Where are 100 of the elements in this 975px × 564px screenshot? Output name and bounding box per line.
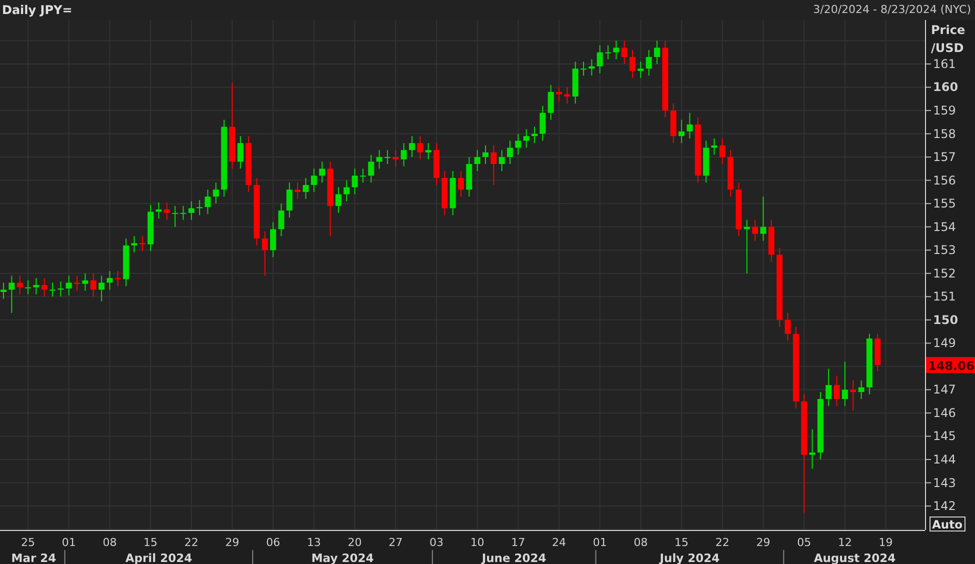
candlestick <box>262 231 268 276</box>
candlestick <box>58 281 64 298</box>
candlestick <box>417 136 424 160</box>
candlestick <box>204 189 211 215</box>
candlestick <box>752 219 758 242</box>
date-tick-label: 19 <box>878 536 893 549</box>
candlestick <box>638 61 644 78</box>
candlestick <box>548 84 554 120</box>
date-tick-label: 08 <box>634 536 648 549</box>
candlestick <box>686 112 693 139</box>
candlestick <box>344 180 350 202</box>
candlestick <box>654 40 660 64</box>
candlestick <box>270 222 276 258</box>
candlestick <box>123 238 130 287</box>
candlestick <box>82 272 88 292</box>
axis-title: Price /USD <box>931 23 966 55</box>
candlestick <box>744 219 750 274</box>
price-tick-label: 151 <box>933 290 956 304</box>
candlestick <box>711 138 718 156</box>
price-tick-label: 159 <box>933 104 956 118</box>
candlestick <box>335 186 342 214</box>
candlestick <box>866 333 872 395</box>
candlestick <box>246 136 252 192</box>
candlestick <box>368 154 374 184</box>
candlestick <box>466 156 472 198</box>
candlestick <box>784 312 791 342</box>
candlestick <box>131 236 138 253</box>
date-tick-label: 15 <box>674 536 689 549</box>
candlestick <box>8 275 15 314</box>
candlestick <box>605 44 612 60</box>
date-tick-label: 05 <box>797 536 812 549</box>
candlestick <box>703 140 710 184</box>
candlestick <box>613 40 620 60</box>
month-label: Mar 24 <box>11 551 56 564</box>
price-tick-label: 150 <box>933 312 958 327</box>
month-label: June 2024 <box>482 551 546 564</box>
candlestick <box>760 196 766 242</box>
price-tick-label: 152 <box>933 266 956 280</box>
candlestick <box>294 182 301 200</box>
price-tick-label: 153 <box>933 243 956 258</box>
candlestick <box>384 150 390 165</box>
candlestick <box>850 380 856 412</box>
candlestick <box>719 138 726 165</box>
candlestick <box>425 142 432 160</box>
candlestick <box>678 119 685 144</box>
candlestick <box>50 282 56 298</box>
candlestick <box>826 368 832 406</box>
candlestick <box>490 144 497 186</box>
date-tick-label: 25 <box>21 536 36 549</box>
date-tick-label: 03 <box>429 536 444 549</box>
candlestick <box>114 270 121 287</box>
candlestick <box>164 202 170 220</box>
date-tick-label: 15 <box>144 536 158 549</box>
candlestick <box>74 275 80 292</box>
candlestick <box>180 205 186 220</box>
candlestick <box>736 182 742 237</box>
price-tick-label: 160 <box>933 80 958 94</box>
candlestick <box>834 375 840 406</box>
candlestick <box>433 142 440 186</box>
candlestick <box>858 380 864 400</box>
date-tick-label: 20 <box>348 536 362 549</box>
candlestick <box>450 170 456 216</box>
candlestick <box>139 236 146 252</box>
candlestick <box>817 392 824 460</box>
price-tick-label: 146 <box>933 406 956 420</box>
candlestick <box>621 40 628 64</box>
date-tick-label: 24 <box>552 536 566 549</box>
candlestick <box>507 140 513 165</box>
candlestick <box>278 203 284 237</box>
candlestick <box>90 272 96 298</box>
chart-title: Daily JPY= <box>2 2 72 19</box>
candlestick <box>41 278 48 298</box>
candlestick <box>16 275 23 295</box>
date-tick-label: 22 <box>715 536 730 549</box>
price-tick-label: 156 <box>933 173 956 188</box>
candlestick <box>302 177 309 200</box>
date-tick-label: 08 <box>102 536 117 549</box>
date-tick-label: 17 <box>511 536 526 549</box>
candlestick <box>458 170 464 198</box>
candlestick <box>564 86 570 104</box>
price-tick-label: 149 <box>933 336 956 350</box>
candlestick <box>310 168 317 192</box>
price-tick-label: 145 <box>933 429 956 444</box>
candlestick <box>694 116 701 184</box>
candlestick <box>148 204 154 252</box>
price-tick-label: 143 <box>933 476 956 490</box>
candlestick <box>286 182 292 218</box>
price-tick-label: 155 <box>933 196 956 211</box>
price-tick-label: 154 <box>933 220 956 234</box>
candlestick <box>392 150 399 167</box>
candlestick <box>523 128 530 148</box>
candlestick <box>196 200 203 216</box>
price-tick-label: 161 <box>933 56 956 71</box>
candlestick <box>156 202 162 220</box>
candlestick <box>670 103 676 144</box>
last-price-label: 148.06 <box>926 357 975 374</box>
autoscale-button[interactable]: Auto <box>930 516 966 532</box>
candlestick <box>556 86 562 102</box>
date-tick-label: 01 <box>62 536 76 549</box>
candlestick <box>254 177 260 246</box>
